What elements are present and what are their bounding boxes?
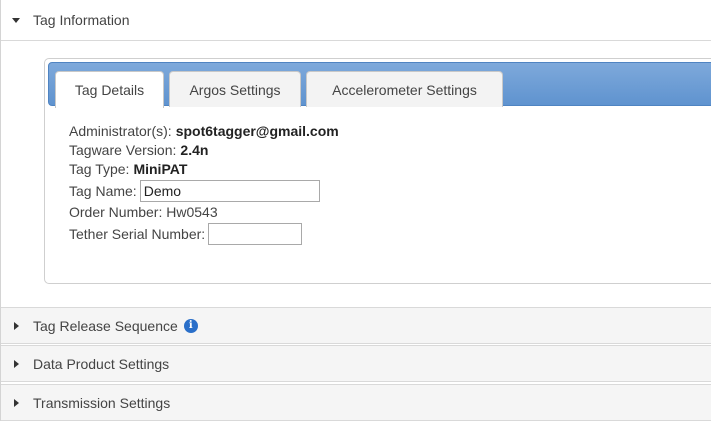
caret-right-icon xyxy=(11,398,31,407)
tether-label: Tether Serial Number: xyxy=(69,225,206,242)
data-product-settings-title: Data Product Settings xyxy=(33,355,170,372)
tag-information-panel: Tag Details Argos Settings Accelerometer… xyxy=(44,58,711,284)
caret-right-icon xyxy=(11,359,31,368)
tag-name-label: Tag Name: xyxy=(69,182,137,199)
administrator-label: Administrator(s): xyxy=(69,123,172,139)
order-number-text: Order Number: Hw0543 xyxy=(69,204,218,220)
tab-argos-settings[interactable]: Argos Settings xyxy=(169,71,301,107)
tether-serial-input[interactable] xyxy=(208,223,303,245)
transmission-settings-title: Transmission Settings xyxy=(33,394,171,411)
tag-information-header[interactable]: Tag Information xyxy=(1,0,711,41)
tag-information-title: Tag Information xyxy=(33,12,130,28)
data-product-settings-header[interactable]: Data Product Settings xyxy=(1,345,711,382)
tag-type-row: Tag Type: MiniPAT xyxy=(69,160,669,179)
tag-name-input[interactable] xyxy=(139,180,320,202)
transmission-settings-header[interactable]: Transmission Settings xyxy=(1,384,711,421)
caret-right-icon xyxy=(11,321,31,330)
tab-accelerometer-settings[interactable]: Accelerometer Settings xyxy=(306,71,503,107)
tether-row: Tether Serial Number: xyxy=(69,222,669,246)
tag-settings-accordion: Tag Information Tag Details Argos Settin… xyxy=(0,0,711,421)
tab-tag-details[interactable]: Tag Details xyxy=(55,71,164,108)
administrator-value: spot6tagger@gmail.com xyxy=(175,123,339,139)
tag-name-row: Tag Name: xyxy=(69,179,669,203)
order-number-row: Order Number: Hw0543 xyxy=(69,203,669,222)
tag-release-sequence-header[interactable]: Tag Release Sequence i xyxy=(1,307,711,344)
tag-type-label: Tag Type: xyxy=(69,161,130,177)
tab-bar: Tag Details Argos Settings Accelerometer… xyxy=(48,62,711,108)
tagware-row: Tagware Version: 2.4n xyxy=(69,141,669,160)
tagware-label: Tagware Version: xyxy=(69,142,177,158)
caret-down-icon xyxy=(11,17,31,23)
tagware-value: 2.4n xyxy=(180,142,209,158)
info-icon[interactable]: i xyxy=(183,318,198,333)
tag-release-sequence-title: Tag Release Sequence xyxy=(33,317,178,334)
administrator-row: Administrator(s): spot6tagger@gmail.com xyxy=(69,122,669,141)
tag-type-value: MiniPAT xyxy=(133,161,188,177)
tag-details-content: Administrator(s): spot6tagger@gmail.com … xyxy=(69,122,669,246)
